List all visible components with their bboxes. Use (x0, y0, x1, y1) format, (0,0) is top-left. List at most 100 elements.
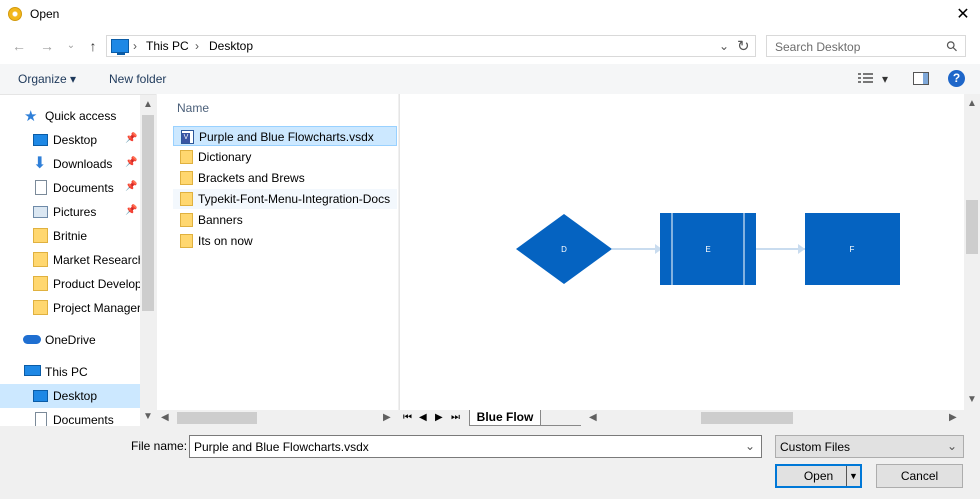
scroll-left-arrow-icon[interactable]: ◀ (589, 412, 597, 423)
folder-item[interactable]: Banners (173, 210, 397, 230)
scroll-right-arrow-icon[interactable]: ▶ (949, 412, 957, 423)
search-icon: ⚲ (942, 36, 962, 56)
view-menu-chevron-icon[interactable]: ▾ (882, 72, 888, 86)
sidebar-item-downloads[interactable]: ⬇ Downloads 📌 (0, 152, 140, 176)
back-button[interactable]: ← (10, 37, 28, 55)
sidebar-item-product-develop[interactable]: Product Develop (0, 272, 142, 296)
sidebar-item-label: Documents (53, 413, 114, 427)
scroll-right-arrow-icon[interactable]: ▶ (383, 412, 391, 423)
preview-pane-icon[interactable] (913, 72, 929, 85)
sidebar-onedrive[interactable]: OneDrive (0, 328, 140, 352)
first-sheet-icon[interactable]: ⏮ (403, 412, 412, 423)
shape-label-f: F (850, 245, 855, 254)
pin-icon[interactable]: 📌 (125, 157, 137, 168)
folder-item[interactable]: Its on now (173, 231, 397, 251)
scroll-up-arrow-icon[interactable]: ▲ (140, 99, 156, 110)
file-name: Banners (198, 213, 243, 227)
sheet-tab-blue-flow[interactable]: Blue Flow (469, 410, 541, 426)
scroll-left-arrow-icon[interactable]: ◀ (161, 412, 169, 423)
scroll-up-arrow-icon[interactable]: ▲ (964, 98, 980, 109)
preview-hscroll-thumb[interactable] (701, 412, 793, 424)
file-type-select[interactable]: Custom Files ⌄ (775, 435, 964, 458)
sheet-tab-empty (541, 410, 581, 426)
star-icon: ★ (24, 108, 38, 125)
sidebar-item-label: Desktop (53, 389, 98, 403)
preview-pane: D E F (399, 94, 965, 410)
folder-item[interactable]: Dictionary (173, 147, 397, 167)
file-name: Dictionary (198, 150, 252, 164)
breadcrumb-separator-icon: › (195, 39, 199, 53)
sidebar-item-market-research[interactable]: Market Research (0, 248, 144, 272)
folder-item[interactable]: Typekit-Font-Menu-Integration-Docs (173, 189, 397, 209)
pin-icon[interactable]: 📌 (125, 133, 137, 144)
up-button[interactable]: ↑ (84, 37, 102, 55)
cloud-icon (23, 335, 41, 344)
sidebar-quick-access[interactable]: ★ Quick access (0, 104, 140, 128)
scroll-thumb[interactable] (142, 115, 154, 311)
sidebar-item-label: Britnie (53, 229, 88, 243)
folder-icon (33, 252, 48, 267)
open-button-label: Open (803, 469, 834, 483)
sidebar-item-project-manager[interactable]: Project Manager (0, 296, 141, 320)
cancel-button[interactable]: Cancel (876, 464, 963, 488)
last-sheet-icon[interactable]: ⏭ (451, 412, 460, 423)
help-icon[interactable]: ? (948, 70, 965, 87)
file-name-dropdown-icon[interactable]: ⌄ (745, 439, 755, 453)
scroll-down-arrow-icon[interactable]: ▼ (964, 394, 980, 405)
sidebar-item-documents[interactable]: Documents 📌 (0, 176, 140, 200)
sidebar-item-label: Product Develop (53, 277, 142, 291)
column-header-name[interactable]: Name (177, 101, 209, 115)
sidebar-item-desktop[interactable]: Desktop 📌 (0, 128, 140, 152)
view-options-icon[interactable] (858, 72, 874, 84)
search-box[interactable]: Search Desktop ⚲ (766, 35, 966, 57)
close-button[interactable]: ✕ (946, 0, 980, 30)
sidebar-item-label: OneDrive (45, 333, 96, 347)
flowchart-preview: D E F (516, 213, 900, 285)
file-type-dropdown-icon[interactable]: ⌄ (947, 439, 957, 453)
next-sheet-icon[interactable]: ▶ (435, 412, 443, 423)
file-name-field[interactable]: Purple and Blue Flowcharts.vsdx ⌄ (189, 435, 762, 458)
search-input[interactable]: Search Desktop (775, 40, 860, 54)
sidebar-item-pc-desktop[interactable]: Desktop (0, 384, 140, 408)
folder-icon (33, 300, 48, 315)
folder-icon (180, 171, 193, 185)
organize-button[interactable]: Organize ▾ (18, 72, 76, 86)
title-bar (0, 0, 980, 30)
file-item[interactable]: V Purple and Blue Flowcharts.vsdx (173, 126, 397, 146)
recent-locations-button[interactable]: ⌄ (62, 37, 80, 55)
pin-icon[interactable]: 📌 (125, 205, 137, 216)
sidebar-scrollbar[interactable]: ▲ ▼ (140, 95, 156, 427)
pin-icon[interactable]: 📌 (125, 181, 137, 192)
file-list-hscrollbar[interactable]: ◀ ▶ (157, 410, 399, 426)
scroll-down-arrow-icon[interactable]: ▼ (140, 411, 156, 422)
forward-button[interactable]: → (38, 37, 56, 55)
breadcrumb-this-pc[interactable]: This PC (146, 39, 189, 53)
breadcrumb-desktop[interactable]: Desktop (209, 39, 253, 53)
sidebar-item-label: Desktop (53, 133, 98, 147)
new-folder-button[interactable]: New folder (109, 72, 166, 86)
folder-icon (180, 192, 193, 206)
file-name: Brackets and Brews (198, 171, 305, 185)
open-button[interactable]: Open ▼ (775, 464, 862, 488)
address-dropdown-icon[interactable]: ⌄ (719, 39, 729, 53)
window-title: Open (30, 7, 60, 21)
prev-sheet-icon[interactable]: ◀ (419, 412, 427, 423)
scroll-thumb[interactable] (177, 412, 257, 424)
open-split-chevron-icon[interactable]: ▼ (846, 466, 860, 486)
sidebar-item-pictures[interactable]: Pictures 📌 (0, 200, 140, 224)
connector-arrow-icon (798, 244, 805, 254)
scroll-thumb[interactable] (966, 200, 978, 254)
file-name-label: File name: (131, 439, 188, 453)
refresh-icon[interactable]: ↻ (737, 37, 750, 55)
folder-icon (180, 150, 193, 164)
folder-item[interactable]: Brackets and Brews (173, 168, 397, 188)
computer-icon (24, 365, 41, 376)
address-bar[interactable]: › This PC › Desktop ⌄ ↻ (106, 35, 756, 57)
preview-scrollbar[interactable]: ▲ ▼ (964, 94, 980, 410)
sidebar-item-britnie[interactable]: Britnie (0, 224, 140, 248)
sidebar-item-label: Downloads (53, 157, 113, 171)
shape-label-e: E (705, 245, 710, 254)
desktop-icon (33, 390, 48, 402)
file-name-value[interactable]: Purple and Blue Flowcharts.vsdx (194, 440, 369, 454)
sidebar-this-pc[interactable]: This PC (0, 360, 140, 384)
